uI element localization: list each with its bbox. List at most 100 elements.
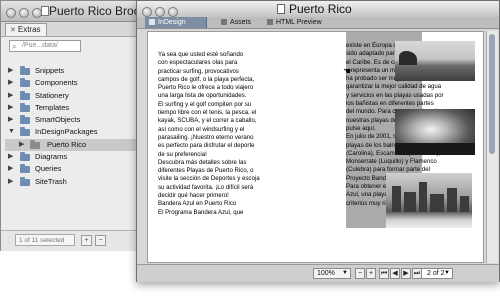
text-line: Ya sea que usted esté soñando (158, 51, 244, 58)
next-page-icon[interactable]: ▶ (401, 268, 411, 279)
scroll-thumb[interactable] (489, 34, 495, 154)
hand-cursor-icon: ☚ (343, 66, 352, 76)
extras-tree: ▶ Snippets ▶ Components ▶ Stationery ▶ Templ… (5, 65, 151, 188)
text-line: una larga lista de oportunidades. (158, 92, 247, 100)
text-line: Bandera Azul en Puerto Rico (158, 200, 237, 208)
path-search-placeholder: /Pue...data/ (22, 42, 58, 49)
tree-item-label: InDesignPackages (35, 127, 98, 137)
disclosure-triangle-icon[interactable]: ▼ (8, 126, 15, 138)
zoom-window-button[interactable] (168, 7, 178, 17)
extras-tab-bar: ✕ Extras (1, 22, 151, 37)
disclosure-triangle-icon[interactable]: ▶ (8, 114, 13, 126)
disclosure-triangle-icon[interactable]: ▶ (8, 90, 13, 102)
layout-page[interactable]: Ya sea que usted esté soñando con espect… (147, 31, 484, 263)
text-line: visite la sección de Deportes y escoja (158, 175, 260, 183)
disclosure-triangle-icon[interactable]: ▶ (8, 151, 13, 163)
path-search-field[interactable]: ⌕ /Pue...data/ (9, 40, 81, 52)
extras-window: Puerto Rico Broc ✕ Extras ⌕ /Pue...data/ … (0, 0, 152, 251)
beach-photo-1[interactable] (395, 41, 475, 81)
disclosure-triangle-icon[interactable]: ▶ (19, 139, 24, 151)
zoom-out-icon[interactable]: − (355, 268, 365, 279)
extras-window-title: Puerto Rico Broc (49, 4, 140, 18)
text-line: tiempo libre con el tenis, la pesca, el (158, 109, 257, 117)
tree-item-templates[interactable]: ▶ Templates (5, 102, 151, 114)
add-icon[interactable]: + (81, 235, 92, 246)
search-icon: ⌕ (12, 42, 17, 51)
document-window-title: Puerto Rico (289, 2, 352, 16)
document-window-titlebar[interactable]: Puerto Rico (137, 1, 499, 18)
disclosure-triangle-icon[interactable]: ▶ (8, 77, 13, 89)
package-icon (30, 139, 40, 149)
tree-item-components[interactable]: ▶ Components (5, 77, 151, 89)
text-line: El Programa Bandera Azul, que (158, 208, 244, 216)
page-indicator: 2 of 2 (427, 270, 445, 277)
tree-item-label: Templates (35, 102, 70, 112)
tree-item-diagrams[interactable]: ▶ Diagrams (5, 151, 151, 163)
extras-status-bar: 1 of 11 selected + − (1, 230, 151, 251)
text-line: con espectaculares olas para (158, 59, 238, 67)
folder-icon (20, 66, 30, 75)
folder-icon (20, 164, 30, 174)
minimize-window-button[interactable] (155, 7, 165, 17)
text-line: su actividad favorita. ¡Lo difícil será (158, 183, 254, 191)
disclosure-triangle-icon[interactable]: ▶ (8, 176, 13, 188)
text-line: Monserrate (Luquillo) y Flamenco (346, 158, 437, 166)
building-shape (430, 194, 444, 212)
previous-page-icon[interactable]: ◀ (390, 268, 400, 279)
zoom-value: 100% (317, 270, 335, 277)
tab-html-preview[interactable]: HTML Preview (263, 17, 327, 28)
close-window-button[interactable] (6, 8, 16, 18)
first-page-icon[interactable]: ⏮ (379, 268, 389, 279)
text-line: Puerto Rico le ofrece a todo viajero (158, 84, 254, 92)
tree-item-indesignpackages[interactable]: ▼ InDesignPackages (5, 126, 151, 138)
minimize-window-button[interactable] (19, 8, 29, 18)
text-line: así como con el windsurfing y el (158, 125, 245, 133)
tree-item-smartobjects[interactable]: ▶ SmartObjects (5, 114, 151, 126)
text-line: parasailing. ¡Nuestro eterno verano (158, 133, 254, 141)
tree-item-label: Puerto Rico (47, 139, 87, 149)
document-icon (41, 6, 49, 16)
html-preview-icon (267, 19, 273, 26)
tab-assets-label: Assets (230, 19, 252, 26)
tree-item-label: Stationery (35, 90, 69, 100)
tree-item-label: SmartObjects (35, 115, 81, 125)
tree-item-sitetrash[interactable]: ▶ SiteTrash (5, 176, 151, 188)
zoom-in-icon[interactable]: + (366, 268, 376, 279)
document-icon (277, 4, 285, 14)
folder-icon (20, 152, 30, 162)
text-line: de su preferencia! (158, 150, 207, 158)
text-line: practicar surfing, provocativos (158, 67, 239, 75)
text-line: es perfecto para disfrutar el deporte (158, 142, 255, 150)
zoom-select[interactable]: 100% ▼ (313, 268, 351, 279)
tree-item-snippets[interactable]: ▶ Snippets (5, 65, 151, 77)
document-window: Puerto Rico InDesign Layout Assets HTML … (136, 0, 500, 282)
document-tab-bar: InDesign Layout Assets HTML Preview (137, 17, 499, 37)
indesign-layout-icon (149, 19, 155, 26)
building-shape (460, 196, 469, 212)
disclosure-triangle-icon[interactable]: ▶ (8, 65, 13, 77)
tree-item-queries[interactable]: ▶ Queries (5, 163, 151, 175)
sunset-photo[interactable] (395, 109, 475, 155)
building-shape (404, 192, 416, 212)
close-tab-icon[interactable]: ✕ (10, 27, 16, 34)
text-line: El surfing y el golf compiten por su (158, 100, 252, 108)
close-window-button[interactable] (142, 7, 152, 17)
tab-indesign-layout[interactable]: InDesign Layout (145, 17, 207, 37)
tab-extras[interactable]: ✕ Extras (5, 23, 47, 36)
disclosure-triangle-icon[interactable]: ▶ (8, 163, 13, 175)
disclosure-triangle-icon[interactable]: ▶ (8, 102, 13, 114)
folder-icon (20, 102, 30, 112)
city-beach-photo[interactable] (386, 173, 472, 228)
tree-item-puerto-rico[interactable]: ▶ Puerto Rico (5, 138, 151, 152)
remove-icon[interactable]: − (95, 235, 106, 246)
tree-item-label: Queries (35, 164, 62, 174)
tree-item-label: Components (35, 78, 78, 88)
vertical-scrollbar[interactable] (486, 31, 498, 263)
tree-item-label: Snippets (35, 66, 65, 75)
tab-assets[interactable]: Assets (217, 17, 255, 28)
page-select[interactable]: 2 of 2 ▼ (421, 268, 453, 279)
folder-icon (20, 115, 30, 125)
selection-count: 1 of 11 selected (15, 234, 75, 246)
tree-item-stationery[interactable]: ▶ Stationery (5, 90, 151, 102)
extras-window-titlebar[interactable]: Puerto Rico Broc (1, 1, 151, 22)
